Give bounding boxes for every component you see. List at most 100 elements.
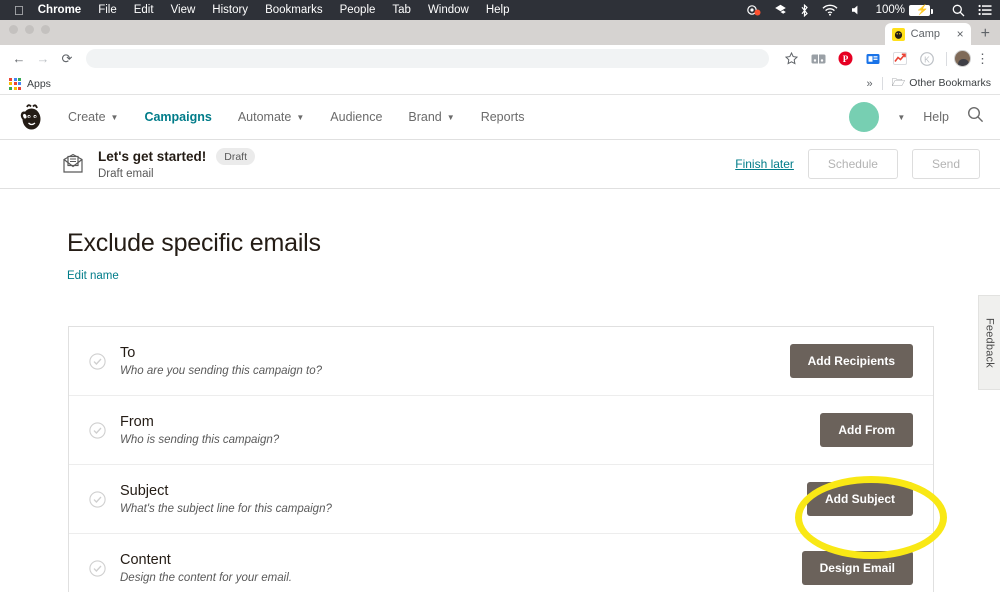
campaign-title: Let's get started! (98, 149, 207, 164)
email-draft-icon (62, 153, 84, 175)
browser-tab-title: Camp (910, 28, 940, 40)
checklist-row-content-top: Content Design the content for your emai… (87, 551, 913, 585)
three-dot-menu-icon[interactable]: ⋮ (973, 51, 992, 67)
other-bookmarks-button[interactable]: 🗁 Other Bookmarks (892, 74, 991, 93)
finish-later-link[interactable]: Finish later (735, 157, 794, 171)
folder-icon: 🗁 (891, 77, 906, 89)
close-icon[interactable]: × (957, 27, 964, 41)
menu-item-history[interactable]: History (212, 4, 248, 16)
camera-recording-icon[interactable] (746, 4, 761, 16)
bookmarks-divider (881, 77, 883, 90)
forward-icon[interactable]: → (32, 48, 54, 70)
menu-item-tab[interactable]: Tab (392, 4, 411, 16)
bookmarks-bar: Apps » 🗁 Other Bookmarks (0, 73, 1000, 95)
menu-item-view[interactable]: View (171, 4, 196, 16)
freddie-logo[interactable] (16, 102, 46, 132)
battery-charging-icon: ⚡ (909, 4, 933, 16)
checklist-row-content-texts: Content Design the content for your emai… (120, 552, 292, 584)
menu-item-window[interactable]: Window (428, 4, 469, 16)
reload-icon[interactable]: ⟳ (56, 48, 78, 70)
chevron-double-right-icon[interactable]: » (867, 78, 873, 90)
nav-item-automate-label: Automate (237, 110, 292, 124)
search-icon[interactable] (967, 106, 984, 128)
pinterest-icon[interactable]: P (836, 49, 855, 68)
window-minimize-button[interactable] (25, 25, 34, 34)
spotlight-search-icon[interactable] (952, 4, 965, 17)
campaign-subheader: Let's get started! Draft Draft email Fin… (0, 140, 1000, 189)
checklist-row-subject-title: Subject (120, 483, 169, 499)
email-template-preview[interactable] (87, 585, 913, 592)
menu-item-chrome[interactable]: Chrome (38, 4, 81, 16)
checklist-row-from-texts: From Who is sending this campaign? (120, 414, 279, 446)
account-chevron-down-icon[interactable]: ▼ (897, 114, 905, 122)
browser-tab[interactable]: Camp × (884, 23, 971, 45)
browser-tab-strip: Camp × + (0, 20, 1000, 45)
checklist-row-subject[interactable]: Subject What's the subject line for this… (69, 465, 933, 534)
nav-item-campaigns[interactable]: Campaigns (144, 110, 211, 124)
status-badge: Draft (216, 148, 255, 165)
nav-item-reports-label: Reports (480, 110, 525, 124)
star-icon[interactable] (782, 49, 801, 68)
menu-item-file[interactable]: File (98, 4, 117, 16)
analytics-chart-icon[interactable] (890, 49, 909, 68)
wifi-icon[interactable] (822, 4, 838, 16)
window-traffic-lights (9, 25, 50, 34)
campaign-title-group: Let's get started! Draft Draft email (98, 148, 255, 180)
checklist-row-content-description: Design the content for your email. (120, 572, 292, 584)
blue-note-icon[interactable] (863, 49, 882, 68)
page-header: Exclude specific emails Edit name (0, 229, 1000, 284)
menu-item-help[interactable]: Help (486, 4, 510, 16)
schedule-button[interactable]: Schedule (807, 149, 898, 179)
svg-text:P: P (843, 54, 849, 64)
help-link[interactable]: Help (923, 110, 949, 124)
campaign-type-label: Draft email (98, 168, 154, 180)
back-icon[interactable]: ← (8, 48, 30, 70)
bookmark-apps-label[interactable]: Apps (27, 78, 51, 90)
macos-menu-bar:  Chrome File Edit View History Bookmark… (0, 0, 1000, 20)
checklist-row-from[interactable]: From Who is sending this campaign? Add F… (69, 396, 933, 465)
nav-item-reports[interactable]: Reports (481, 110, 525, 124)
bluetooth-icon[interactable] (800, 3, 809, 17)
send-button[interactable]: Send (911, 149, 980, 179)
campaign-actions: Finish later Schedule Send (735, 149, 980, 179)
design-email-button[interactable]: Design Email (801, 551, 913, 585)
control-center-icon[interactable] (978, 4, 992, 16)
chevron-down-icon: ▼ (110, 113, 119, 122)
nav-item-brand[interactable]: Brand ▼ (408, 110, 454, 124)
apple-icon[interactable]:  (14, 4, 24, 17)
mailchimp-nav-bar: Create ▼ Campaigns Automate ▼ Audience B… (0, 95, 1000, 140)
menu-item-edit[interactable]: Edit (134, 4, 154, 16)
edit-name-link[interactable]: Edit name (67, 270, 119, 282)
nav-item-create[interactable]: Create ▼ (68, 110, 118, 124)
checklist-row-content[interactable]: Content Design the content for your emai… (69, 534, 933, 592)
checklist-row-to-description: Who are you sending this campaign to? (120, 365, 323, 377)
profile-avatar-icon[interactable] (954, 50, 971, 67)
feedback-tab[interactable]: Feedback (978, 295, 1000, 390)
add-from-button[interactable]: Add From (820, 413, 913, 447)
bookmarks-bar-right: » 🗁 Other Bookmarks (867, 74, 991, 93)
check-circle-icon (89, 352, 106, 370)
checklist-row-to[interactable]: To Who are you sending this campaign to?… (69, 327, 933, 396)
toolbar-divider (946, 51, 947, 66)
new-tab-button[interactable]: + (971, 25, 1000, 45)
address-bar[interactable] (86, 49, 769, 68)
nav-item-automate[interactable]: Automate ▼ (238, 110, 304, 124)
svg-text:K: K (924, 54, 930, 64)
volume-icon[interactable] (851, 4, 863, 16)
nav-item-campaigns-label: Campaigns (144, 110, 212, 124)
account-avatar[interactable] (849, 102, 880, 132)
nav-item-audience-label: Audience (330, 110, 383, 124)
dropbox-icon[interactable] (774, 4, 787, 16)
grey-circle-icon[interactable]: K (917, 49, 936, 68)
add-subject-button[interactable]: Add Subject (806, 482, 913, 516)
apps-grid-icon[interactable] (9, 77, 21, 90)
check-circle-icon (89, 421, 106, 439)
menu-item-people[interactable]: People (340, 4, 376, 16)
window-close-button[interactable] (9, 25, 18, 34)
checklist-row-content-title: Content (120, 552, 171, 568)
window-maximize-button[interactable] (41, 25, 50, 34)
menu-item-bookmarks[interactable]: Bookmarks (265, 4, 323, 16)
grey-extension-icon[interactable] (809, 49, 828, 68)
add-recipients-button[interactable]: Add Recipients (789, 344, 913, 378)
nav-item-audience[interactable]: Audience (330, 110, 382, 124)
